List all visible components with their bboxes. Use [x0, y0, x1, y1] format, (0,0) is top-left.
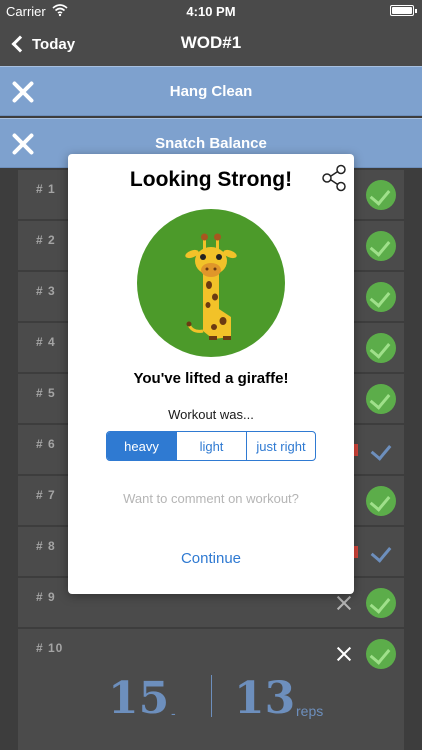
workout-rating-control: heavy light just right [106, 431, 316, 461]
segment-just-right[interactable]: just right [247, 432, 315, 460]
share-icon[interactable] [320, 164, 348, 192]
dialog-title: Looking Strong! [129, 168, 293, 191]
giraffe-badge [137, 209, 285, 357]
comment-input[interactable] [88, 487, 334, 509]
continue-button[interactable]: Continue [161, 550, 261, 574]
workout-rating-label: Workout was... [168, 407, 254, 422]
segment-heavy[interactable]: heavy [107, 432, 177, 460]
segment-light[interactable]: light [177, 432, 247, 460]
achievement-dialog: Looking Strong! You've lifted a giraffe!… [68, 154, 354, 594]
giraffe-icon [185, 233, 237, 340]
achievement-caption: You've lifted a giraffe! [133, 370, 289, 387]
